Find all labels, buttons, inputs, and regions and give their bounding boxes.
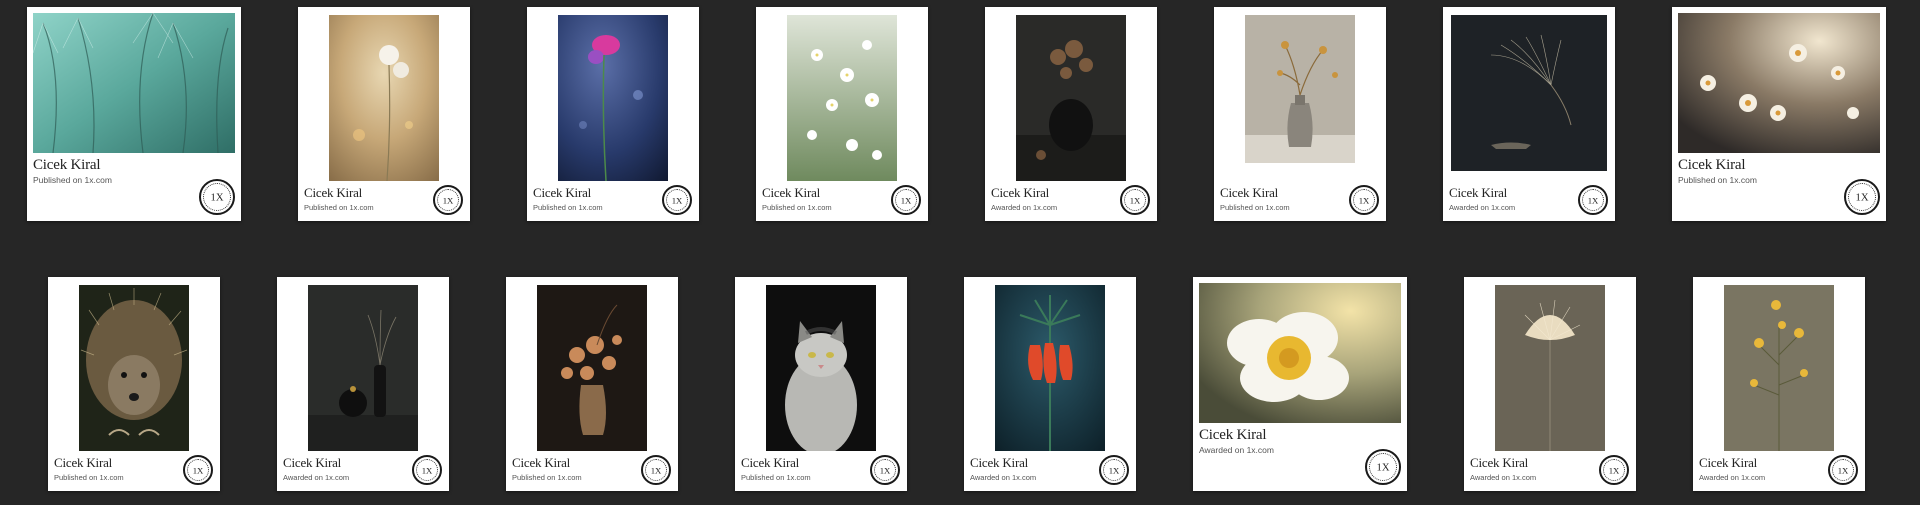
publication-status: Published on 1x.com — [33, 175, 112, 185]
photo-thumbnail[interactable] — [329, 15, 439, 181]
publication-status: Published on 1x.com — [741, 473, 811, 482]
photo-thumbnail[interactable] — [995, 285, 1105, 451]
1x-badge-icon: 1X — [1828, 455, 1858, 485]
photographer-name[interactable]: Cicek Kiral — [33, 157, 101, 174]
svg-text:1X: 1X — [1376, 463, 1389, 474]
gallery-card[interactable]: Cicek Kiral Published on 1x.com 1X — [1214, 7, 1386, 221]
publication-status: Published on 1x.com — [533, 203, 603, 212]
gallery-card[interactable]: Cicek Kiral Awarded on 1x.com 1X — [1464, 277, 1636, 491]
1x-badge-icon: 1X — [1349, 185, 1379, 215]
photo-thumbnail[interactable] — [1245, 15, 1355, 163]
photo-thumbnail[interactable] — [33, 13, 235, 153]
gallery-card[interactable]: Cicek Kiral Published on 1x.com 1X — [27, 7, 241, 221]
1x-badge-icon: 1X — [199, 179, 235, 215]
gallery-card[interactable]: Cicek Kiral Awarded on 1x.com 1X — [985, 7, 1157, 221]
photo-thumbnail[interactable] — [558, 15, 668, 181]
svg-text:1X: 1X — [1855, 193, 1868, 204]
1x-badge-icon: 1X — [641, 455, 671, 485]
photographer-name[interactable]: Cicek Kiral — [970, 455, 1028, 471]
1x-badge-icon: 1X — [1844, 179, 1880, 215]
publication-status: Awarded on 1x.com — [1199, 445, 1274, 455]
photo-thumbnail[interactable] — [308, 285, 418, 451]
svg-text:1X: 1X — [901, 195, 912, 205]
gallery-card[interactable]: Cicek Kiral Published on 1x.com 1X — [1672, 7, 1886, 221]
photographer-name[interactable]: Cicek Kiral — [762, 185, 820, 201]
photo-thumbnail[interactable] — [1678, 13, 1880, 153]
publication-status: Published on 1x.com — [512, 473, 582, 482]
svg-text:1X: 1X — [1109, 465, 1120, 475]
1x-badge-icon: 1X — [433, 185, 463, 215]
svg-text:1X: 1X — [672, 195, 683, 205]
gallery-card[interactable]: Cicek Kiral Awarded on 1x.com 1X — [277, 277, 449, 491]
1x-badge-icon: 1X — [662, 185, 692, 215]
photographer-name[interactable]: Cicek Kiral — [1199, 427, 1267, 444]
svg-text:1X: 1X — [1588, 195, 1599, 205]
publication-status: Awarded on 1x.com — [283, 473, 350, 482]
1x-badge-icon: 1X — [891, 185, 921, 215]
publication-status: Awarded on 1x.com — [1449, 203, 1516, 212]
photographer-name[interactable]: Cicek Kiral — [1699, 455, 1757, 471]
photographer-name[interactable]: Cicek Kiral — [283, 455, 341, 471]
publication-status: Awarded on 1x.com — [1699, 473, 1766, 482]
publication-status: Awarded on 1x.com — [970, 473, 1037, 482]
photographer-name[interactable]: Cicek Kiral — [54, 455, 112, 471]
1x-badge-icon: 1X — [1120, 185, 1150, 215]
gallery-card[interactable]: Cicek Kiral Published on 1x.com 1X — [298, 7, 470, 221]
photographer-name[interactable]: Cicek Kiral — [1678, 157, 1746, 174]
1x-badge-icon: 1X — [183, 455, 213, 485]
publication-status: Published on 1x.com — [54, 473, 124, 482]
photo-thumbnail[interactable] — [1451, 15, 1607, 171]
photo-thumbnail[interactable] — [1724, 285, 1834, 451]
gallery-card[interactable]: Cicek Kiral Awarded on 1x.com 1X — [1693, 277, 1865, 491]
svg-text:1X: 1X — [1609, 465, 1620, 475]
publication-status: Published on 1x.com — [1678, 175, 1757, 185]
photographer-name[interactable]: Cicek Kiral — [741, 455, 799, 471]
1x-badge-icon: 1X — [1578, 185, 1608, 215]
svg-text:1X: 1X — [1838, 465, 1849, 475]
svg-text:1X: 1X — [422, 465, 433, 475]
photographer-name[interactable]: Cicek Kiral — [1220, 185, 1278, 201]
gallery-card[interactable]: Cicek Kiral Published on 1x.com 1X — [735, 277, 907, 491]
1x-badge-icon: 1X — [412, 455, 442, 485]
gallery-card[interactable]: Cicek Kiral Published on 1x.com 1X — [527, 7, 699, 221]
1x-badge-icon: 1X — [1365, 449, 1401, 485]
publication-status: Published on 1x.com — [1220, 203, 1290, 212]
photographer-name[interactable]: Cicek Kiral — [304, 185, 362, 201]
gallery-card[interactable]: Cicek Kiral Awarded on 1x.com 1X — [1193, 277, 1407, 491]
publication-status: Awarded on 1x.com — [991, 203, 1058, 212]
gallery-card[interactable]: Cicek Kiral Awarded on 1x.com 1X — [964, 277, 1136, 491]
gallery-card[interactable]: Cicek Kiral Awarded on 1x.com 1X — [1443, 7, 1615, 221]
photographer-name[interactable]: Cicek Kiral — [991, 185, 1049, 201]
svg-text:1X: 1X — [880, 465, 891, 475]
1x-badge-icon: 1X — [870, 455, 900, 485]
photo-thumbnail[interactable] — [1016, 15, 1126, 181]
photographer-name[interactable]: Cicek Kiral — [1470, 455, 1528, 471]
photo-thumbnail[interactable] — [1495, 285, 1605, 451]
1x-badge-icon: 1X — [1599, 455, 1629, 485]
photographer-name[interactable]: Cicek Kiral — [512, 455, 570, 471]
gallery-card[interactable]: Cicek Kiral Published on 1x.com 1X — [756, 7, 928, 221]
photo-thumbnail[interactable] — [766, 285, 876, 451]
photo-thumbnail[interactable] — [787, 15, 897, 181]
publication-status: Published on 1x.com — [762, 203, 832, 212]
svg-text:1X: 1X — [651, 465, 662, 475]
photo-thumbnail[interactable] — [537, 285, 647, 451]
publication-status: Published on 1x.com — [304, 203, 374, 212]
photo-thumbnail[interactable] — [1199, 283, 1401, 423]
svg-text:1X: 1X — [193, 465, 204, 475]
svg-text:1X: 1X — [210, 193, 223, 204]
publication-status: Awarded on 1x.com — [1470, 473, 1537, 482]
svg-text:1X: 1X — [1359, 195, 1370, 205]
svg-text:1X: 1X — [443, 195, 454, 205]
gallery-card[interactable]: Cicek Kiral Published on 1x.com 1X — [48, 277, 220, 491]
photographer-name[interactable]: Cicek Kiral — [533, 185, 591, 201]
photo-thumbnail[interactable] — [79, 285, 189, 451]
svg-text:1X: 1X — [1130, 195, 1141, 205]
1x-badge-icon: 1X — [1099, 455, 1129, 485]
gallery-card[interactable]: Cicek Kiral Published on 1x.com 1X — [506, 277, 678, 491]
photographer-name[interactable]: Cicek Kiral — [1449, 185, 1507, 201]
